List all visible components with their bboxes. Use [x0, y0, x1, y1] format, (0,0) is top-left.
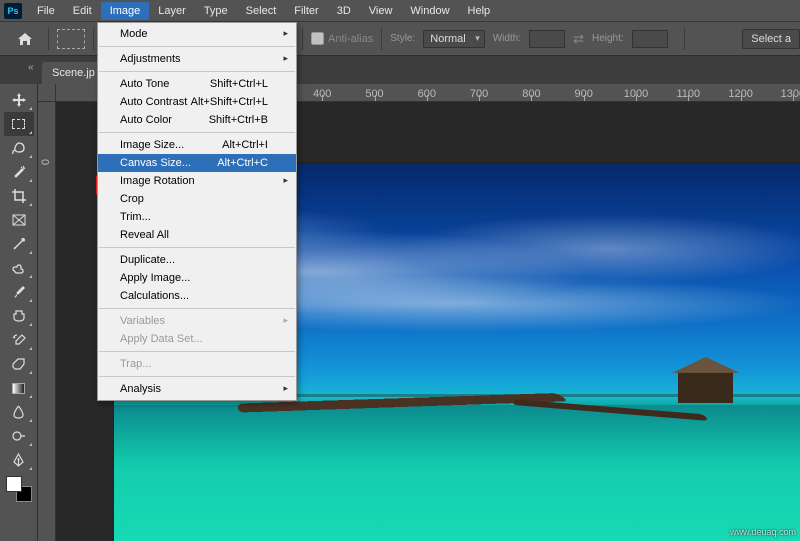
- menu-item-reveal-all[interactable]: Reveal All: [98, 226, 296, 244]
- menu-item-image-rotation[interactable]: Image Rotation: [98, 172, 296, 190]
- watermark: www.deuaq.com: [730, 527, 796, 537]
- menu-file[interactable]: File: [28, 2, 64, 20]
- lasso-tool[interactable]: [4, 136, 34, 160]
- gradient-tool[interactable]: [4, 376, 34, 400]
- marquee-tool-icon[interactable]: [57, 29, 85, 49]
- shortcut: Alt+Shift+Ctrl+L: [191, 96, 268, 108]
- menu-item-apply-image[interactable]: Apply Image...: [98, 269, 296, 287]
- menu-window[interactable]: Window: [401, 2, 458, 20]
- menu-bar: Ps File Edit Image Layer Type Select Fil…: [0, 0, 800, 22]
- menu-help[interactable]: Help: [459, 2, 500, 20]
- menu-item-duplicate[interactable]: Duplicate...: [98, 251, 296, 269]
- height-input[interactable]: [632, 30, 668, 48]
- healing-brush-tool[interactable]: [4, 256, 34, 280]
- menu-item-adjustments[interactable]: Adjustments: [98, 50, 296, 68]
- menu-view[interactable]: View: [360, 2, 402, 20]
- menu-layer[interactable]: Layer: [149, 2, 195, 20]
- menu-item-apply-data-set: Apply Data Set...: [98, 330, 296, 348]
- menu-item-auto-color[interactable]: Auto ColorShift+Ctrl+B: [98, 111, 296, 129]
- swap-dimensions-icon[interactable]: ⇄: [573, 31, 584, 47]
- antialias-label: Anti-alias: [328, 33, 373, 45]
- menu-select[interactable]: Select: [237, 2, 286, 20]
- menu-3d[interactable]: 3D: [328, 2, 360, 20]
- menu-edit[interactable]: Edit: [64, 2, 101, 20]
- menu-type[interactable]: Type: [195, 2, 237, 20]
- magic-wand-tool[interactable]: [4, 160, 34, 184]
- ruler-origin[interactable]: [38, 84, 56, 102]
- menu-separator: [99, 132, 295, 133]
- eyedropper-tool[interactable]: [4, 232, 34, 256]
- document-tab[interactable]: Scene.jp: [42, 62, 105, 84]
- menu-separator: [99, 376, 295, 377]
- shortcut: Shift+Ctrl+B: [209, 114, 268, 126]
- menu-separator: [99, 71, 295, 72]
- document-title: Scene.jp: [52, 67, 95, 79]
- menu-item-auto-contrast[interactable]: Auto ContrastAlt+Shift+Ctrl+L: [98, 93, 296, 111]
- height-label: Height:: [592, 33, 624, 44]
- menu-filter[interactable]: Filter: [285, 2, 327, 20]
- menu-separator: [99, 247, 295, 248]
- separator: [48, 28, 49, 50]
- separator: [684, 28, 685, 50]
- menu-item-image-size[interactable]: Image Size...Alt+Ctrl+I: [98, 136, 296, 154]
- menu-item-mode[interactable]: Mode: [98, 25, 296, 43]
- frame-tool[interactable]: [4, 208, 34, 232]
- app-logo: Ps: [4, 3, 22, 19]
- image-menu-dropdown: ModeAdjustmentsAuto ToneShift+Ctrl+LAuto…: [97, 22, 297, 401]
- vertical-ruler[interactable]: 0: [38, 102, 56, 541]
- menu-item-variables: Variables: [98, 312, 296, 330]
- panel-collapse-icon[interactable]: «: [28, 62, 42, 76]
- move-tool[interactable]: [4, 88, 34, 112]
- menu-item-calculations[interactable]: Calculations...: [98, 287, 296, 305]
- marquee-tool[interactable]: [4, 112, 34, 136]
- shortcut: Alt+Ctrl+I: [222, 139, 268, 151]
- menu-item-trap: Trap...: [98, 355, 296, 373]
- home-button[interactable]: [10, 27, 40, 51]
- brush-tool[interactable]: [4, 280, 34, 304]
- menu-item-auto-tone[interactable]: Auto ToneShift+Ctrl+L: [98, 75, 296, 93]
- menu-separator: [99, 308, 295, 309]
- history-brush-tool[interactable]: [4, 328, 34, 352]
- menu-image[interactable]: Image: [101, 2, 150, 20]
- menu-item-analysis[interactable]: Analysis: [98, 380, 296, 398]
- blur-tool[interactable]: [4, 400, 34, 424]
- tool-panel: [0, 84, 38, 541]
- width-label: Width:: [493, 33, 521, 44]
- clone-stamp-tool[interactable]: [4, 304, 34, 328]
- separator: [381, 28, 382, 50]
- select-and-mask-button[interactable]: Select a: [742, 29, 800, 49]
- foreground-color[interactable]: [6, 476, 22, 492]
- separator: [302, 28, 303, 50]
- menu-item-crop[interactable]: Crop: [98, 190, 296, 208]
- pen-tool[interactable]: [4, 448, 34, 472]
- menu-separator: [99, 46, 295, 47]
- menu-item-trim[interactable]: Trim...: [98, 208, 296, 226]
- style-label: Style:: [390, 33, 415, 44]
- antialias-checkbox[interactable]: Anti-alias: [311, 32, 373, 45]
- color-swatches[interactable]: [6, 476, 32, 502]
- crop-tool[interactable]: [4, 184, 34, 208]
- menu-item-canvas-size[interactable]: Canvas Size...Alt+Ctrl+C: [98, 154, 296, 172]
- eraser-tool[interactable]: [4, 352, 34, 376]
- shortcut: Shift+Ctrl+L: [210, 78, 268, 90]
- width-input[interactable]: [529, 30, 565, 48]
- shortcut: Alt+Ctrl+C: [217, 157, 268, 169]
- dodge-tool[interactable]: [4, 424, 34, 448]
- menu-separator: [99, 351, 295, 352]
- separator: [93, 28, 94, 50]
- style-select[interactable]: Normal: [423, 30, 484, 48]
